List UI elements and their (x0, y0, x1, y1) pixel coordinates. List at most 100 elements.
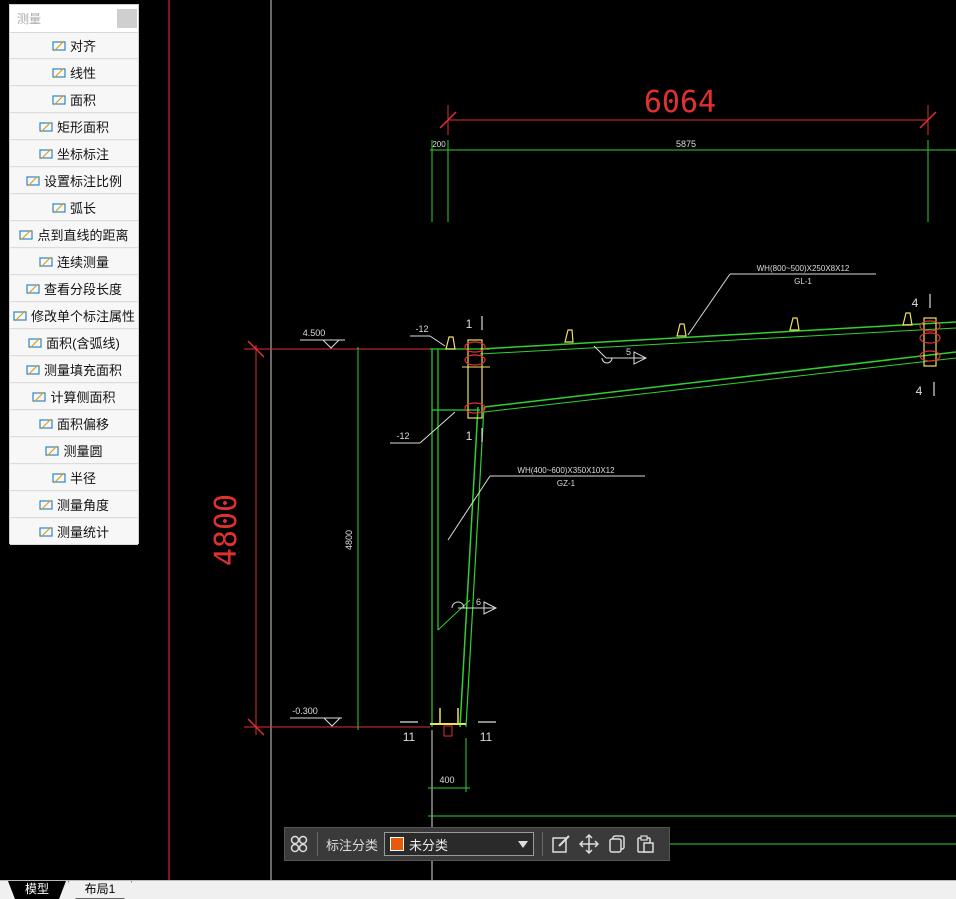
copy-button[interactable] (603, 830, 631, 858)
tab-layout1[interactable]: 布局1 (68, 881, 132, 899)
measure-item-label: 测量圆 (63, 444, 103, 459)
svg-text:1: 1 (466, 317, 473, 331)
svg-text:11: 11 (403, 730, 416, 744)
elevation-bottom: -0.300 (290, 706, 342, 727)
svg-text:400: 400 (439, 775, 454, 785)
circle-icon (45, 445, 60, 456)
tab-model[interactable]: 模型 (8, 881, 66, 899)
measure-item-label: 面积 (69, 93, 96, 108)
measure-item-0[interactable]: 对齐 (10, 33, 138, 59)
grid-menu-button[interactable] (285, 830, 313, 858)
beam-label: WH(800~500)X250X8X12 GL-1 (687, 264, 876, 336)
paste-icon (637, 835, 654, 853)
coordinate-icon (39, 148, 53, 159)
angle-icon (39, 499, 53, 510)
measure-item-label: 测量角度 (56, 498, 109, 513)
measure-item-1[interactable]: 线性 (10, 60, 138, 86)
edit-button[interactable] (547, 830, 575, 858)
measure-item-label: 修改单个标注属性 (30, 309, 135, 324)
dimension-6064: 6064 (439, 85, 937, 135)
beam-gl1 (445, 312, 956, 413)
svg-text:4: 4 (916, 384, 923, 398)
category-select[interactable]: 未分类 (384, 832, 535, 856)
radius-icon (52, 472, 66, 483)
column-gz1 (430, 348, 490, 737)
svg-text:4: 4 (912, 296, 919, 310)
svg-text:WH(800~500)X250X8X12: WH(800~500)X250X8X12 (757, 264, 850, 273)
measure-item-12[interactable]: 测量填充面积 (10, 357, 138, 383)
svg-text:11: 11 (480, 730, 493, 744)
svg-text:6: 6 (476, 597, 481, 607)
edit-dimension-icon (13, 310, 27, 321)
svg-text:6064: 6064 (644, 85, 716, 120)
measure-item-label: 连续测量 (56, 255, 109, 270)
measure-item-6[interactable]: 弧长 (10, 195, 138, 221)
svg-text:4800: 4800 (344, 530, 354, 550)
endplate-right (919, 317, 941, 367)
measure-item-7[interactable]: 点到直线的距离 (10, 222, 138, 248)
chevron-down-icon (518, 841, 529, 848)
weld-symbol-beam: 5 (593, 345, 648, 365)
svg-text:1: 1 (466, 429, 473, 443)
panel-close-button[interactable] (117, 9, 137, 28)
measure-item-3[interactable]: 矩形面积 (10, 114, 138, 140)
measure-item-17[interactable]: 测量角度 (10, 492, 138, 518)
measure-item-label: 半径 (69, 471, 96, 486)
svg-text:GZ-1: GZ-1 (557, 479, 576, 488)
category-value: 未分类 (409, 837, 449, 853)
linear-dimension-icon (52, 67, 66, 78)
measure-item-11[interactable]: 面积(含弧线) (10, 330, 138, 356)
drawing-canvas[interactable]: 6064 200 5875 4800 4800 4.500 -0.300 WH(… (0, 0, 956, 880)
svg-text:GL-1: GL-1 (794, 277, 812, 286)
elevation-top: 4.500 (300, 328, 345, 349)
measure-item-8[interactable]: 连续测量 (10, 249, 138, 275)
point-line-distance-icon (19, 229, 34, 240)
side-area-icon (32, 391, 47, 402)
plate-label-mid: -12 (390, 411, 456, 444)
arc-area-icon (28, 337, 42, 348)
svg-text:4800: 4800 (209, 494, 244, 566)
toolbar-separator (317, 832, 318, 856)
segment-length-icon (26, 283, 40, 294)
move-button[interactable] (575, 830, 603, 858)
measure-item-label: 面积偏移 (56, 417, 109, 432)
measure-item-label: 点到直线的距离 (37, 228, 129, 243)
measure-item-14[interactable]: 面积偏移 (10, 411, 138, 437)
measure-item-5[interactable]: 设置标注比例 (10, 168, 138, 194)
aligned-dimension-icon (52, 40, 66, 51)
toolbar-separator (542, 832, 544, 856)
measure-item-label: 测量统计 (56, 525, 109, 540)
measure-item-label: 对齐 (69, 39, 96, 54)
measure-item-10[interactable]: 修改单个标注属性 (10, 303, 138, 329)
category-label: 标注分类 (326, 837, 379, 853)
measure-item-18[interactable]: 测量统计 (10, 519, 138, 545)
area-offset-icon (39, 418, 53, 429)
measure-item-label: 线性 (69, 66, 96, 81)
layout-tabs: 模型 布局1 (0, 880, 956, 899)
rect-area-icon (39, 121, 53, 132)
measure-item-13[interactable]: 计算侧面积 (10, 384, 138, 410)
grid-icon (290, 835, 308, 853)
svg-text:200: 200 (432, 140, 446, 149)
paste-button[interactable] (631, 830, 659, 858)
measure-item-4[interactable]: 坐标标注 (10, 141, 138, 167)
panel-title: 测量 (17, 12, 42, 26)
copy-icon (609, 835, 625, 853)
measure-item-9[interactable]: 查看分段长度 (10, 276, 138, 302)
svg-text:-12: -12 (396, 431, 409, 441)
hatch-area-icon (26, 364, 40, 375)
weld-symbol-column: 6 (451, 597, 498, 615)
svg-text:WH(400~600)X350X10X12: WH(400~600)X350X10X12 (517, 466, 615, 475)
measure-item-2[interactable]: 面积 (10, 87, 138, 113)
arc-length-icon (52, 202, 66, 213)
measure-item-15[interactable]: 测量圆 (10, 438, 138, 464)
dimension-4800-left: 4800 (209, 340, 430, 736)
measure-item-label: 设置标注比例 (43, 174, 122, 189)
svg-text:-12: -12 (415, 324, 428, 334)
svg-text:5: 5 (626, 347, 631, 357)
plate-label-top: -12 (410, 324, 446, 347)
move-icon (579, 834, 600, 854)
measure-item-16[interactable]: 半径 (10, 465, 138, 491)
measure-item-label: 面积(含弧线) (46, 336, 120, 351)
measure-item-label: 弧长 (69, 201, 96, 216)
